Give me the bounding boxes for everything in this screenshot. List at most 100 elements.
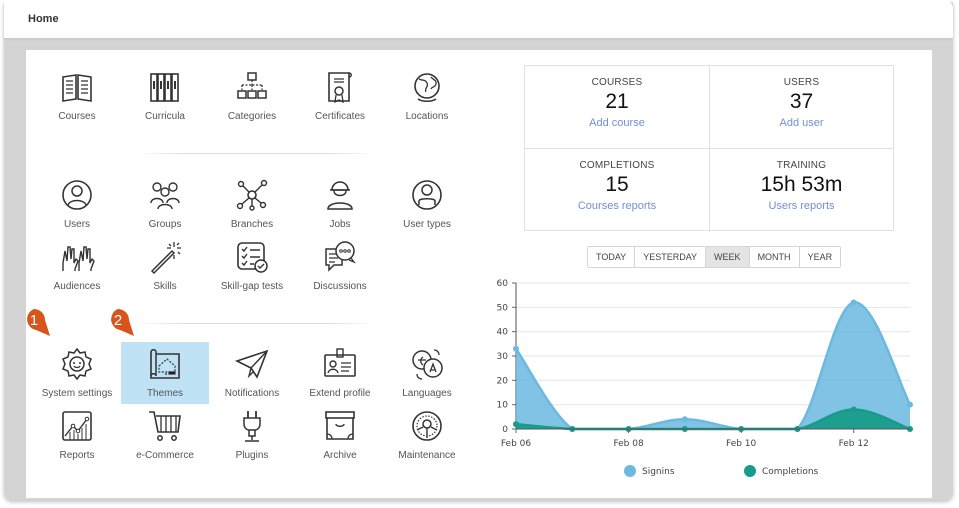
blueprint-icon: [150, 349, 180, 379]
x-tick-label: Feb 12: [839, 439, 869, 449]
legend-label-signins: Signins: [642, 467, 675, 477]
paper-plane-icon: [234, 349, 269, 379]
stat-heading: TRAINING: [776, 160, 827, 171]
tile-curricula[interactable]: Curricula: [121, 69, 209, 131]
tile-extend-profile[interactable]: Extend profile: [296, 346, 384, 408]
stat-heading: COMPLETIONS: [579, 160, 655, 171]
legend-swatch-completions: [744, 465, 756, 477]
tile-label: Jobs: [329, 219, 351, 230]
tile-system-settings[interactable]: System settings: [33, 346, 121, 408]
tile-themes[interactable]: Themes: [121, 342, 209, 404]
checklist-icon: [237, 242, 268, 273]
tile-users[interactable]: Users: [33, 177, 121, 239]
signins-point: [907, 401, 913, 408]
line-chart-icon: [62, 411, 92, 441]
stat-heading: USERS: [783, 77, 820, 88]
tile-label: e-Commerce: [136, 450, 194, 461]
stat-completions: COMPLETIONS 15 Courses reports: [525, 149, 710, 232]
section-divider: [136, 153, 376, 154]
tile-label: Maintenance: [398, 450, 456, 461]
plug-icon: [243, 411, 261, 442]
tile-label: Skill-gap tests: [220, 281, 284, 292]
certificate-icon: [328, 72, 352, 104]
y-tick-label: 10: [497, 401, 509, 411]
stat-value: 37: [789, 90, 814, 113]
page-title: Home: [28, 13, 59, 25]
tile-label: Archive: [323, 450, 357, 461]
range-week-button[interactable]: WEEK: [706, 247, 750, 267]
x-tick-label: Feb 06: [501, 439, 532, 449]
legend-swatch-signins: [624, 465, 636, 477]
tile-label: User types: [403, 219, 451, 230]
tile-skill-gap-tests[interactable]: Skill-gap tests: [208, 239, 296, 301]
range-year-button[interactable]: YEAR: [799, 247, 841, 267]
tile-certificates[interactable]: Certificates: [296, 69, 384, 131]
y-tick-label: 60: [497, 279, 509, 289]
tile-skills[interactable]: Skills: [121, 239, 209, 301]
stat-value: 21: [605, 90, 629, 113]
hierarchy-icon: [237, 72, 267, 99]
tile-archive[interactable]: Archive: [296, 408, 384, 470]
completions-point: [513, 421, 519, 428]
tile-label: Languages: [402, 388, 452, 399]
tile-label: Certificates: [314, 111, 365, 122]
stat-courses: COURSES 21 Add course: [525, 66, 710, 149]
signins-point: [513, 345, 519, 352]
cart-icon: [149, 411, 181, 441]
stats-grid: COURSES 21 Add course USERS 37 Add user …: [524, 65, 894, 232]
tile-jobs[interactable]: Jobs: [296, 177, 384, 239]
users-reports-link[interactable]: Users reports: [709, 200, 894, 212]
add-user-link[interactable]: Add user: [709, 117, 894, 129]
dashboard-panel: Courses Curricula Categories Certificates Lo…: [26, 50, 932, 498]
id-badge-icon: [324, 348, 356, 377]
tile-label: System settings: [41, 388, 113, 399]
translate-icon: [412, 349, 443, 380]
range-today-button[interactable]: TODAY: [588, 247, 636, 267]
signins-point: [681, 416, 688, 423]
tile-courses[interactable]: Courses: [33, 69, 121, 131]
tile-plugins[interactable]: Plugins: [208, 408, 296, 470]
tile-locations[interactable]: Locations: [383, 69, 471, 131]
y-tick-label: 40: [497, 328, 509, 338]
tile-groups[interactable]: Groups: [121, 177, 209, 239]
tile-user-types[interactable]: User types: [383, 177, 471, 239]
tile-label: Extend profile: [309, 388, 371, 399]
binders-icon: [150, 73, 179, 102]
tile-notifications[interactable]: Notifications: [208, 346, 296, 408]
tile-languages[interactable]: Languages: [383, 346, 471, 408]
tile-categories[interactable]: Categories: [208, 69, 296, 131]
tile-label: Users: [63, 219, 91, 230]
add-course-link[interactable]: Add course: [525, 117, 709, 129]
callout-badge-2: 2: [106, 308, 136, 338]
activity-chart: 0 10 20 30 40 50 60 Feb 06 Feb 08 Feb 10 Feb 12 Sig…: [497, 279, 913, 477]
tile-label: Categories: [227, 111, 277, 122]
stat-heading: COURSES: [591, 77, 643, 88]
stat-training: TRAINING 15h 53m Users reports: [709, 149, 894, 232]
user-type-icon: [412, 180, 442, 210]
gear-icon: [62, 347, 92, 381]
tile-label: Themes: [146, 388, 184, 399]
tile-branches[interactable]: Branches: [208, 177, 296, 239]
legend-label-completions: Completions: [762, 467, 819, 477]
tile-e-commerce[interactable]: e-Commerce: [121, 408, 209, 470]
group-icon: [150, 182, 180, 210]
tile-label: Audiences: [53, 281, 101, 292]
tile-label: Notifications: [224, 388, 280, 399]
tile-audiences[interactable]: Audiences: [33, 239, 121, 301]
tile-label: Courses: [58, 111, 96, 122]
x-tick-label: Feb 08: [613, 439, 644, 449]
y-tick-label: 50: [497, 303, 509, 313]
range-month-button[interactable]: MONTH: [749, 247, 800, 267]
network-icon: [236, 179, 268, 211]
x-tick-label: Feb 10: [726, 439, 757, 449]
chat-icon: [325, 241, 356, 272]
tile-label: Branches: [230, 219, 274, 230]
stat-value: 15h 53m: [760, 173, 843, 196]
worker-icon: [327, 181, 353, 210]
wheel-icon: [412, 411, 442, 441]
tile-discussions[interactable]: Discussions: [296, 239, 384, 301]
tile-maintenance[interactable]: Maintenance: [383, 408, 471, 470]
courses-reports-link[interactable]: Courses reports: [525, 200, 709, 212]
range-yesterday-button[interactable]: YESTERDAY: [635, 247, 707, 267]
tile-reports[interactable]: Reports: [33, 408, 121, 470]
